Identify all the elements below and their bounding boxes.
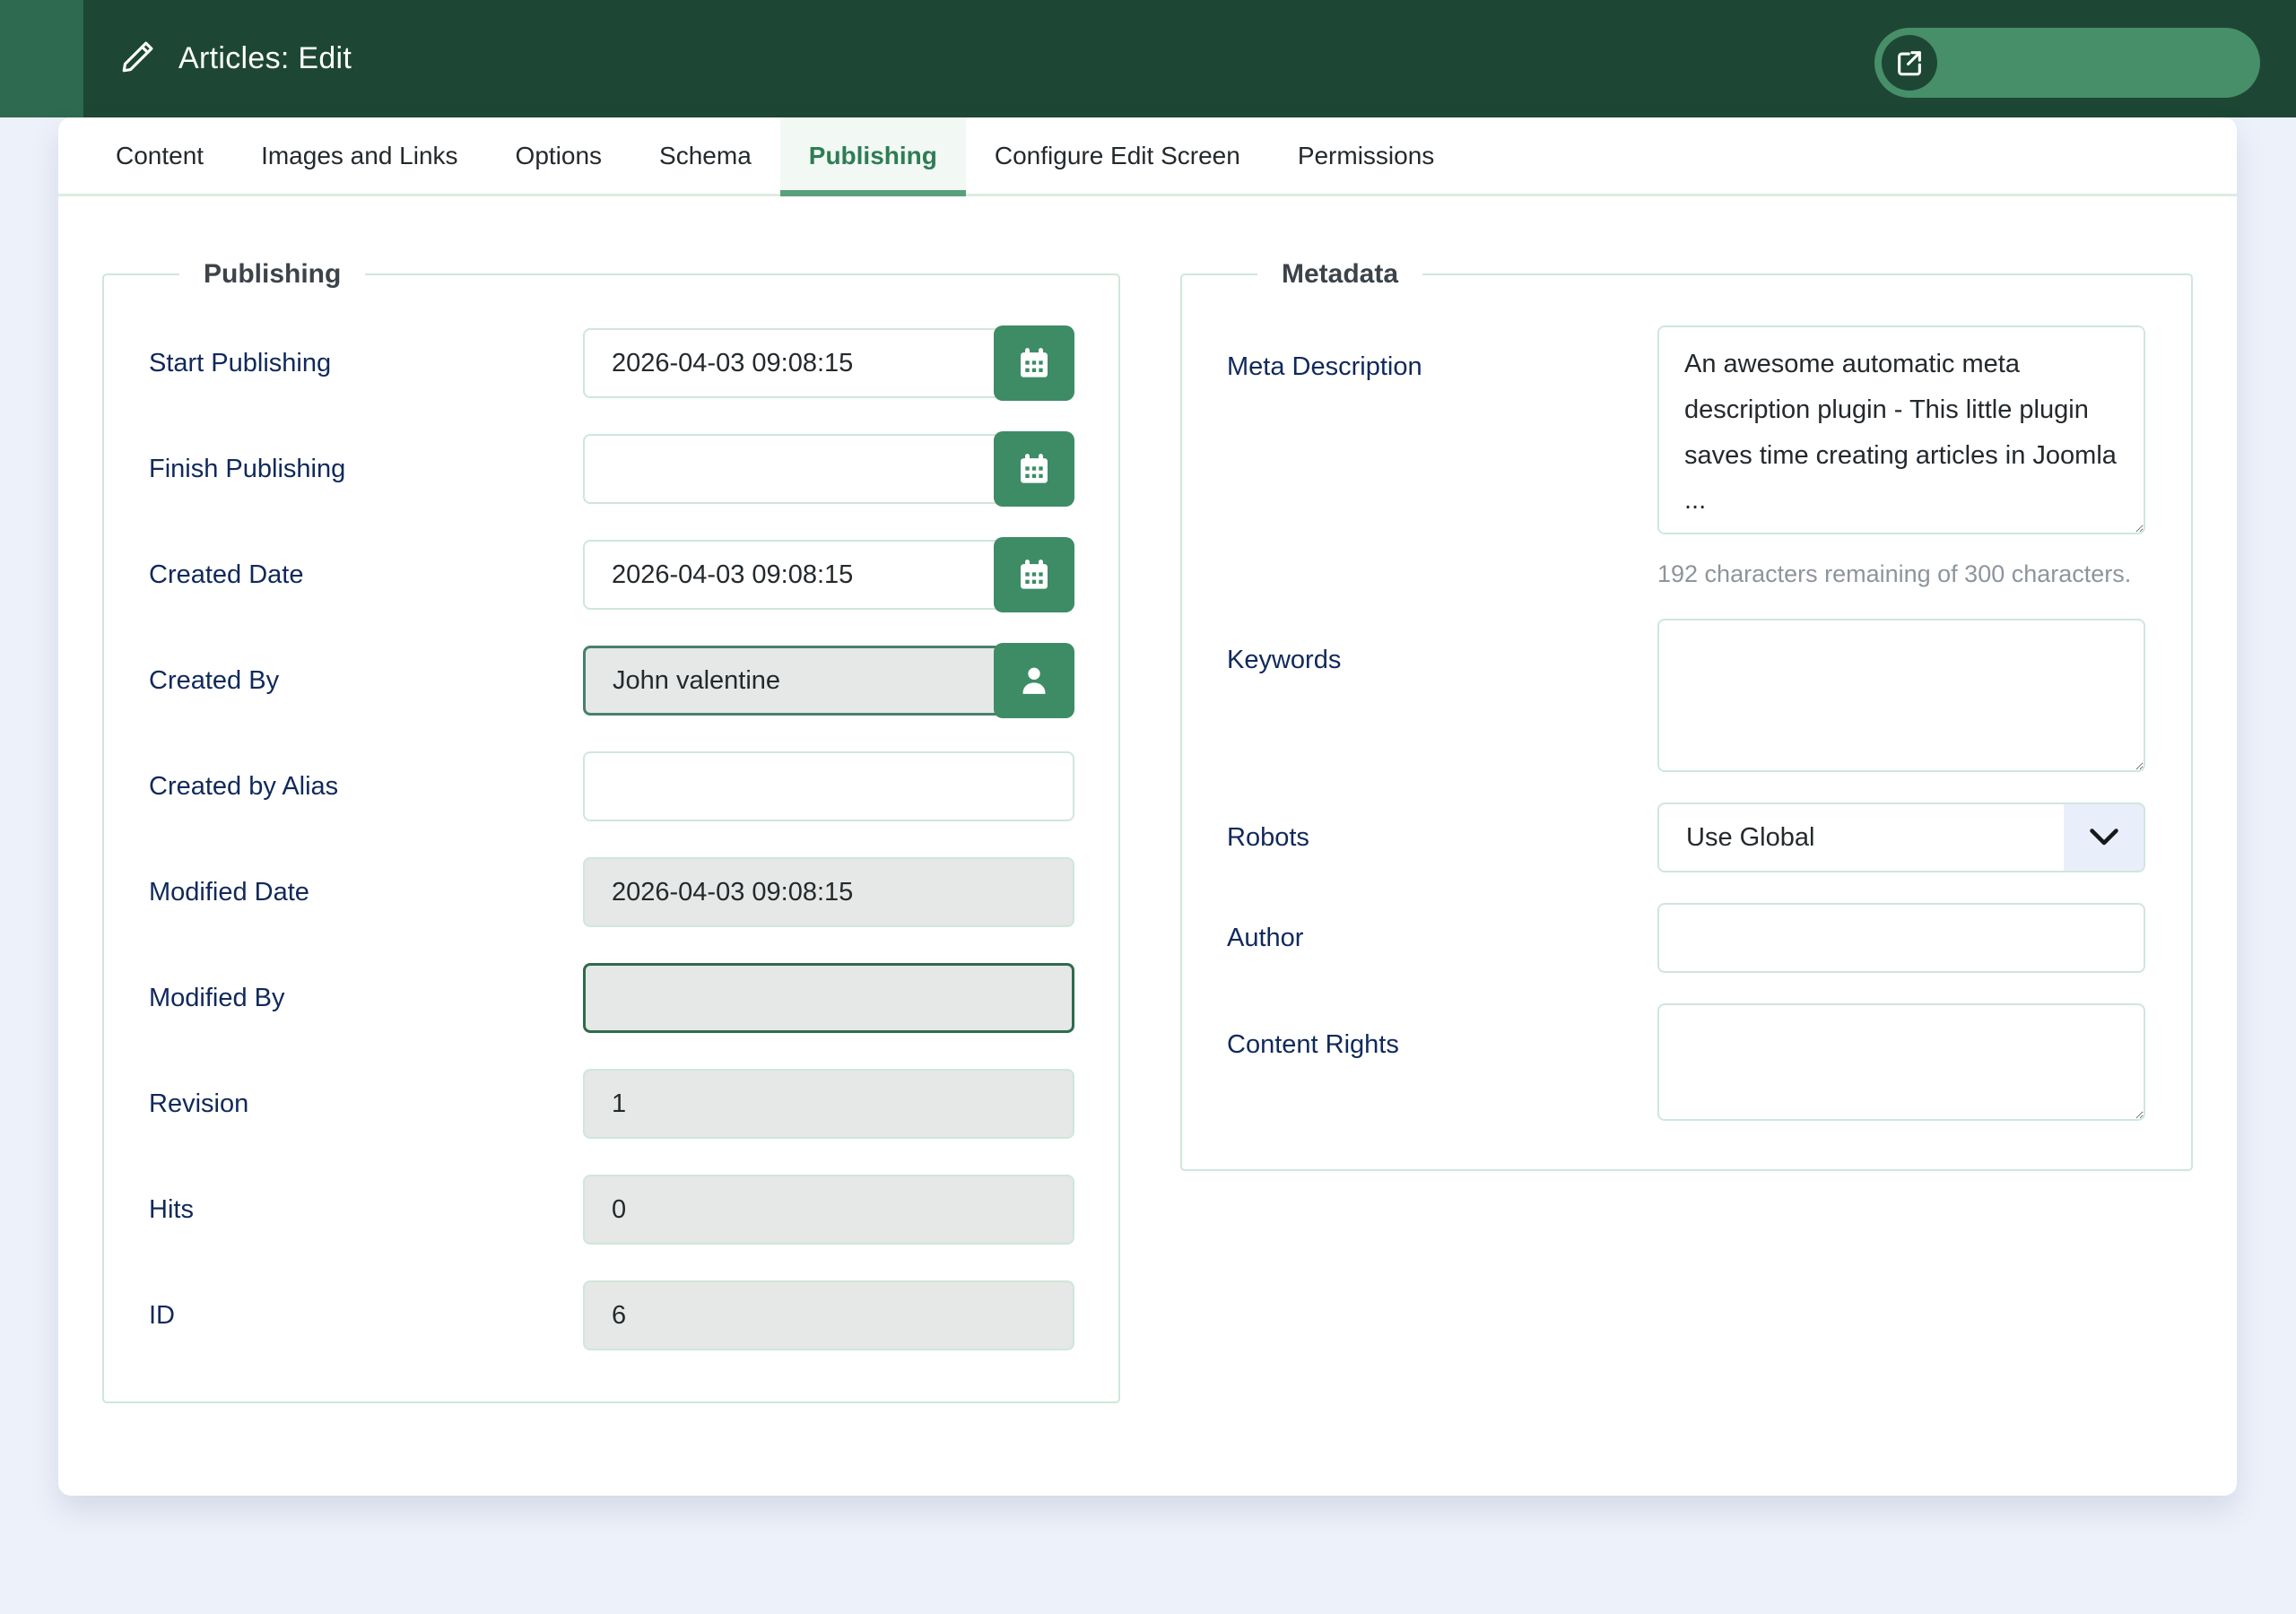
field-label: Created By (149, 666, 583, 696)
robots-selected-value: Use Global (1659, 804, 2064, 871)
meta-description-textarea[interactable]: An awesome automatic meta description pl… (1657, 325, 2145, 534)
form-tabs: Content Images and Links Options Schema … (58, 117, 2237, 196)
created-by-input (583, 646, 1003, 716)
calendar-icon (1016, 344, 1052, 383)
start-publishing-input[interactable] (583, 328, 1003, 398)
robots-select[interactable]: Use Global (1657, 803, 2145, 872)
field-row-finish-publishing: Finish Publishing (149, 431, 1118, 507)
field-row-id: ID (149, 1278, 1118, 1353)
field-row-created-date: Created Date (149, 537, 1118, 612)
field-label: ID (149, 1301, 583, 1331)
field-row-meta-description: Meta Description An awesome automatic me… (1227, 325, 2191, 588)
user-icon (1016, 662, 1052, 700)
calendar-icon (1016, 450, 1052, 489)
field-row-revision: Revision (149, 1066, 1118, 1141)
publishing-fieldset: Publishing Start Publishing (102, 259, 1120, 1403)
field-label: Revision (149, 1089, 583, 1119)
tab-panel-publishing: Publishing Start Publishing (58, 196, 2237, 1403)
calendar-icon (1016, 556, 1052, 594)
page-title: Articles: Edit (178, 41, 352, 76)
created-date-calendar-button[interactable] (994, 537, 1074, 612)
metadata-fieldset: Metadata Meta Description An awesome aut… (1180, 259, 2193, 1171)
revision-input (583, 1069, 1074, 1139)
field-label: Author (1227, 924, 1657, 953)
pencil-icon (119, 38, 157, 80)
field-row-modified-by: Modified By (149, 960, 1118, 1036)
field-label: Created Date (149, 560, 583, 590)
field-label: Robots (1227, 823, 1657, 853)
publishing-legend: Publishing (179, 259, 365, 290)
id-input (583, 1280, 1074, 1350)
keywords-textarea[interactable] (1657, 619, 2145, 772)
finish-publishing-calendar-button[interactable] (994, 431, 1074, 507)
field-label: Start Publishing (149, 349, 583, 378)
finish-publishing-input[interactable] (583, 434, 1003, 504)
field-row-created-by: Created By (149, 643, 1118, 718)
field-row-hits: Hits (149, 1172, 1118, 1247)
tab-permissions[interactable]: Permissions (1269, 117, 1463, 194)
field-row-start-publishing: Start Publishing (149, 325, 1118, 401)
tab-schema[interactable]: Schema (631, 117, 780, 194)
tab-images-and-links[interactable]: Images and Links (232, 117, 486, 194)
author-input[interactable] (1657, 903, 2145, 973)
start-publishing-calendar-button[interactable] (994, 325, 1074, 401)
field-label: Created by Alias (149, 772, 583, 802)
preview-toggle-button[interactable] (1874, 28, 2260, 98)
external-link-icon (1882, 35, 1937, 91)
field-label: Modified Date (149, 878, 583, 907)
sidebar-strip (0, 0, 83, 117)
tab-options[interactable]: Options (487, 117, 631, 194)
metadata-legend: Metadata (1257, 259, 1422, 290)
field-label: Content Rights (1227, 1003, 1657, 1121)
created-date-input[interactable] (583, 540, 1003, 610)
character-counter: 192 characters remaining of 300 characte… (1657, 560, 2145, 588)
field-label: Modified By (149, 984, 583, 1013)
field-label: Hits (149, 1195, 583, 1225)
content-rights-textarea[interactable] (1657, 1003, 2145, 1121)
created-by-select-user-button[interactable] (994, 643, 1074, 718)
field-row-author: Author (1227, 903, 2191, 973)
field-label: Finish Publishing (149, 455, 583, 484)
chevron-down-icon (2064, 804, 2144, 871)
tab-content[interactable]: Content (87, 117, 232, 194)
modified-date-input (583, 857, 1074, 927)
edit-form-card: Content Images and Links Options Schema … (58, 117, 2237, 1496)
tab-publishing[interactable]: Publishing (780, 117, 966, 194)
field-label: Keywords (1227, 619, 1657, 772)
field-row-modified-date: Modified Date (149, 855, 1118, 930)
page-title-wrap: Articles: Edit (119, 0, 352, 117)
tab-configure-edit-screen[interactable]: Configure Edit Screen (966, 117, 1269, 194)
field-row-created-by-alias: Created by Alias (149, 749, 1118, 824)
field-row-content-rights: Content Rights (1227, 1003, 2191, 1121)
field-label: Meta Description (1227, 325, 1657, 588)
field-row-robots: Robots Use Global (1227, 803, 2191, 872)
modified-by-input (583, 963, 1074, 1033)
created-by-alias-input[interactable] (583, 751, 1074, 821)
admin-header: Articles: Edit (0, 0, 2296, 117)
hits-input (583, 1175, 1074, 1245)
field-row-keywords: Keywords (1227, 619, 2191, 772)
